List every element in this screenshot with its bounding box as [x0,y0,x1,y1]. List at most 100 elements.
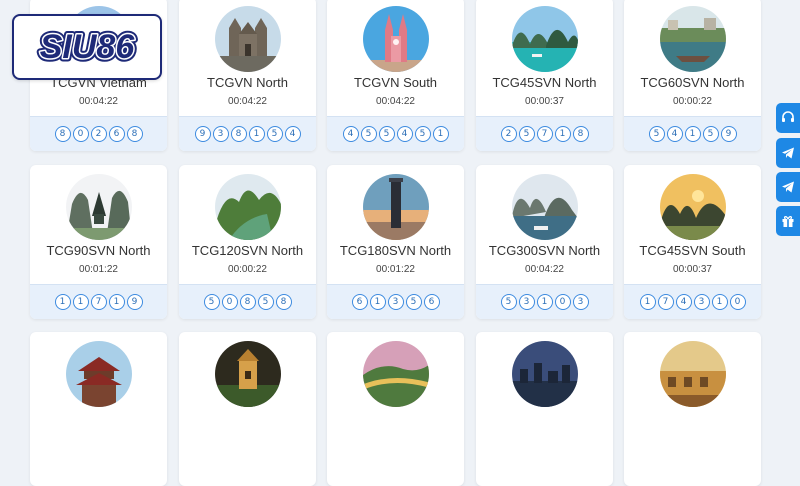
result-ball: 5 [648,126,665,142]
result-ball: 1 [554,126,571,142]
support-headset-button[interactable] [776,103,800,133]
game-countdown: 00:00:37 [525,96,564,107]
tower-sunset-image [363,174,429,240]
game-countdown: 00:04:22 [228,96,267,107]
result-ball: 7 [90,294,107,310]
result-ball: 8 [230,126,247,142]
result-ball: 1 [369,294,386,310]
result-ball: 5 [257,294,274,310]
limestone-pagoda-image [66,174,132,240]
game-card[interactable]: TCG300SVN North 00:04:22 5 3 1 0 3 [476,165,613,319]
game-name: TCG60SVN North [640,75,745,90]
game-card[interactable]: TCGVN South 00:04:22 4 5 5 4 5 1 [327,0,464,151]
gift-button[interactable] [776,206,800,236]
bay-islands-image [512,6,578,72]
result-balls: 455451 [327,116,464,151]
result-ball: 6 [108,126,125,142]
result-ball: 9 [194,126,211,142]
game-name: TCG180SVN North [339,243,452,258]
city-skyline-image [512,341,578,407]
result-balls: 50858 [179,284,316,319]
gift-icon [782,216,794,227]
game-card[interactable] [327,332,464,486]
telegram-icon [782,147,794,159]
result-ball: 8 [54,126,71,142]
result-balls: 938154 [179,116,316,151]
result-ball: 0 [72,126,89,142]
result-ball: 5 [378,126,395,142]
svg-text:SIU86: SIU86 [40,28,136,66]
result-ball: 3 [693,294,710,310]
result-ball: 5 [414,126,431,142]
result-ball: 3 [387,294,404,310]
result-balls: 54159 [624,116,761,151]
old-town-image [660,341,726,407]
game-card[interactable] [624,332,761,486]
result-ball: 0 [554,294,571,310]
game-card[interactable] [179,332,316,486]
telegram-button-1[interactable] [776,138,800,168]
game-card[interactable] [30,332,167,486]
game-thumbnail [660,174,726,240]
result-ball: 7 [536,126,553,142]
game-card[interactable]: TCG180SVN North 00:01:22 6 1 3 5 6 [327,165,464,319]
result-balls: 25718 [476,116,613,151]
result-ball: 8 [239,294,256,310]
game-countdown: 00:04:22 [525,264,564,275]
result-ball: 0 [221,294,238,310]
game-thumbnail [215,174,281,240]
game-card[interactable]: TCG90SVN North 00:01:22 1 1 7 1 9 [30,165,167,319]
game-card[interactable]: TCG60SVN North 00:00:22 5 4 1 5 9 [624,0,761,151]
telegram-button-2[interactable] [776,172,800,202]
telegram-icon [782,181,794,193]
result-ball: 5 [266,126,283,142]
game-name: TCG120SVN North [191,243,304,258]
game-thumbnail [512,341,578,407]
game-thumbnail [363,174,429,240]
river-boat-image [660,6,726,72]
result-balls: 61356 [327,284,464,319]
result-ball: 1 [711,294,728,310]
game-name: TCG90SVN North [46,243,151,258]
game-countdown: 00:01:22 [376,264,415,275]
game-card[interactable]: TCGVN North 00:04:22 9 3 8 1 5 4 [179,0,316,151]
result-ball: 7 [657,294,674,310]
turtle-tower-image [215,341,281,407]
karst-bay-image [512,174,578,240]
game-card[interactable]: TCG120SVN North 00:00:22 5 0 8 5 8 [179,165,316,319]
result-ball: 8 [275,294,292,310]
result-ball: 6 [351,294,368,310]
game-card[interactable] [476,332,613,486]
game-countdown: 00:00:22 [673,96,712,107]
game-thumbnail [512,6,578,72]
game-card[interactable]: TCG45SVN North 00:00:37 2 5 7 1 8 [476,0,613,151]
result-ball: 5 [360,126,377,142]
game-name: TCGVN South [353,75,438,90]
result-ball: 1 [639,294,656,310]
game-thumbnail [660,6,726,72]
red-pagoda-image [66,341,132,407]
result-ball: 9 [720,126,737,142]
result-ball: 4 [284,126,301,142]
game-countdown: 00:00:22 [228,264,267,275]
result-ball: 2 [500,126,517,142]
result-ball: 1 [536,294,553,310]
golden-bridge-image [363,341,429,407]
logo-wordmark-icon: SIU86 SIU86 SIU86 [36,25,139,69]
brand-logo[interactable]: SIU86 SIU86 SIU86 [12,14,162,80]
result-ball: 4 [396,126,413,142]
game-countdown: 00:00:37 [673,264,712,275]
game-thumbnail [363,341,429,407]
result-ball: 0 [729,294,746,310]
result-balls: 11719 [30,284,167,319]
headset-icon [782,111,794,122]
result-ball: 6 [423,294,440,310]
result-balls: 53103 [476,284,613,319]
game-thumbnail [512,174,578,240]
result-ball: 1 [432,126,449,142]
game-card[interactable]: TCG45SVN South 00:00:37 1 7 4 3 1 0 [624,165,761,319]
result-ball: 8 [126,126,143,142]
green-river-image [215,174,281,240]
result-ball: 5 [405,294,422,310]
result-ball: 4 [666,126,683,142]
